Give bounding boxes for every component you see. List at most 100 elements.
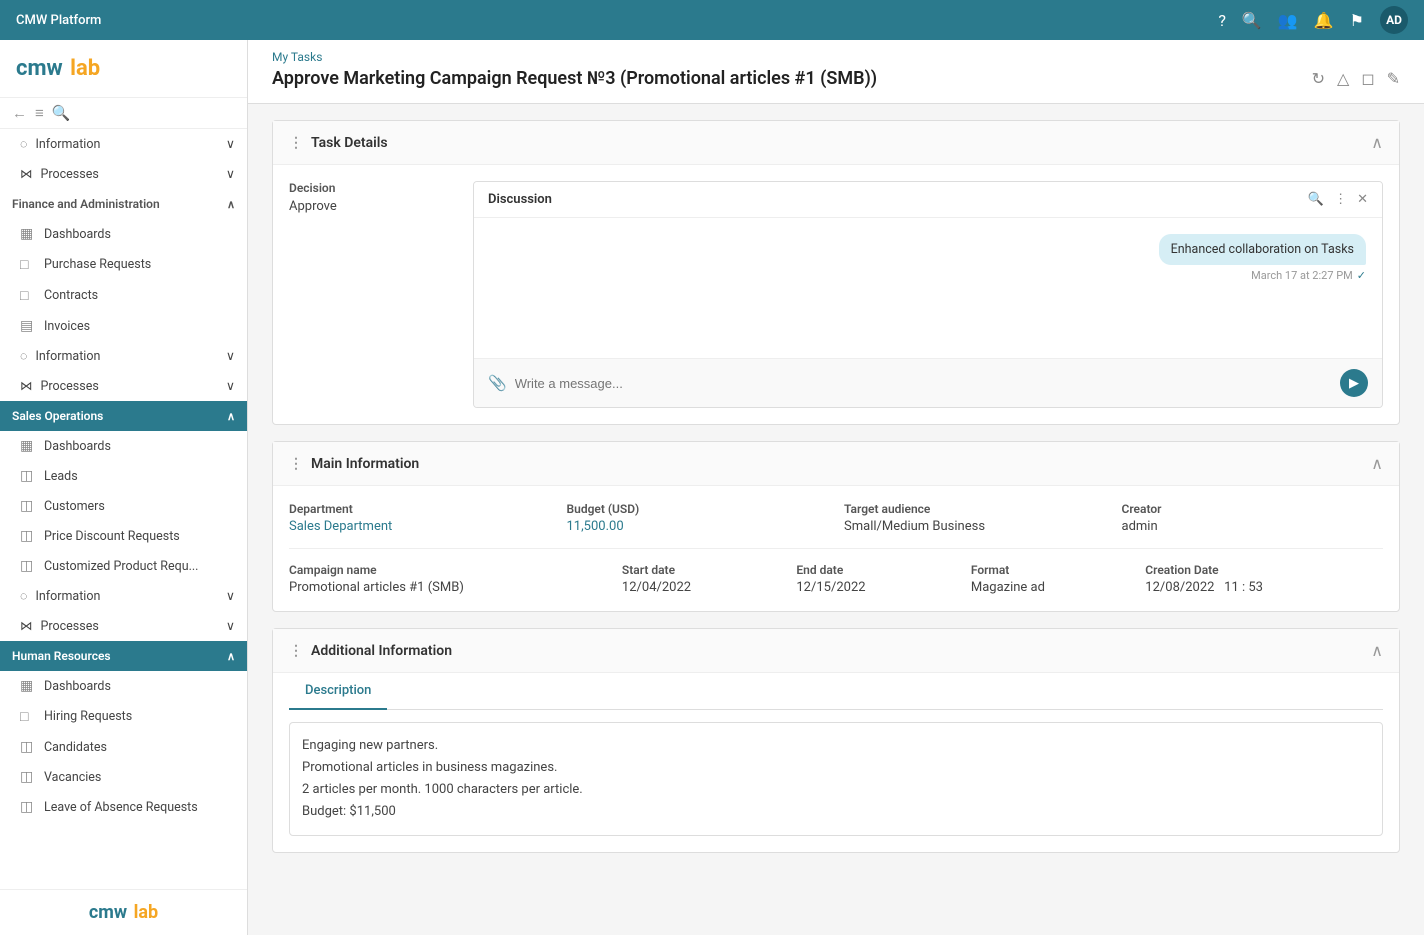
bottom-logo-cmw: cmw <box>89 902 127 923</box>
sidebar-search-icon[interactable]: 🔍 <box>52 104 71 122</box>
edit-icon[interactable]: ✎ <box>1387 69 1400 88</box>
sidebar-nav: ◌ Information ∨ ⋈ Processes ∨ Finance an… <box>0 129 247 889</box>
sidebar-item-hiring-requests[interactable]: □ Hiring Requests <box>0 701 247 732</box>
section-finance[interactable]: Finance and Administration ∧ <box>0 189 247 219</box>
processes-top-icon: ⋈ <box>20 166 33 182</box>
tabs-bar: Description <box>289 673 1383 710</box>
sidebar-item-processes-top[interactable]: ⋈ Processes ∨ <box>0 159 247 189</box>
leads-icon: ◫ <box>20 468 36 484</box>
sidebar-item-candidates[interactable]: ◫ Candidates <box>0 732 247 762</box>
main-information-card: ⋮ Main Information ∧ Department Sales De… <box>272 441 1400 612</box>
end-date-value: 12/15/2022 <box>796 580 954 595</box>
alert-icon[interactable]: △ <box>1337 69 1349 88</box>
bell-icon[interactable]: 🔔 <box>1314 11 1334 30</box>
task-decision: Decision Approve <box>289 181 449 408</box>
field-department: Department Sales Department <box>289 502 551 534</box>
message-time-text: March 17 at 2:27 PM <box>1251 269 1353 282</box>
information-sales-icon: ◌ <box>20 589 27 604</box>
sidebar-item-leads[interactable]: ◫ Leads <box>0 461 247 491</box>
breadcrumb[interactable]: My Tasks <box>272 50 1400 64</box>
sidebar-item-dashboards-sales[interactable]: ▦ Dashboards <box>0 431 247 461</box>
candidates-icon: ◫ <box>20 739 36 755</box>
purchase-requests-label: Purchase Requests <box>44 257 151 272</box>
sidebar-menu-icon[interactable]: ≡ <box>35 104 44 122</box>
contracts-icon: □ <box>20 287 36 304</box>
content-header: My Tasks Approve Marketing Campaign Requ… <box>248 40 1424 104</box>
target-audience-value: Small/Medium Business <box>844 519 1106 534</box>
discussion-more-icon[interactable]: ⋮ <box>1334 192 1347 207</box>
sidebar-item-vacancies[interactable]: ◫ Vacancies <box>0 762 247 792</box>
discussion-title: Discussion <box>488 192 552 207</box>
campaign-name-value: Promotional articles #1 (SMB) <box>289 580 606 595</box>
search-icon[interactable]: 🔍 <box>1242 11 1262 30</box>
leave-requests-label: Leave of Absence Requests <box>44 800 198 815</box>
creator-label: Creator <box>1122 502 1384 516</box>
topbar: CMW Platform ? 🔍 👥 🔔 ⚑ AD <box>0 0 1424 40</box>
task-details-card-header: ⋮ Task Details ∧ <box>273 121 1399 165</box>
vacancies-label: Vacancies <box>44 770 101 785</box>
sidebar-item-invoices[interactable]: ▤ Invoices <box>0 311 247 341</box>
campaign-name-label: Campaign name <box>289 563 606 577</box>
info-grid-row1: Department Sales Department Budget (USD)… <box>289 502 1383 534</box>
message-input[interactable] <box>515 376 1332 391</box>
drag-handle-icon-2[interactable]: ⋮ <box>289 456 303 472</box>
section-hr[interactable]: Human Resources ∧ <box>0 641 247 671</box>
additional-info-title: Additional Information <box>311 643 452 659</box>
comment-icon[interactable]: ◻ <box>1361 69 1374 88</box>
sidebar: cmw lab ← ≡ 🔍 ◌ Information ∨ ⋈ <box>0 40 248 935</box>
leads-label: Leads <box>44 469 78 484</box>
sidebar-item-processes-sales[interactable]: ⋈ Processes ∨ <box>0 611 247 641</box>
sidebar-item-processes-fin[interactable]: ⋈ Processes ∨ <box>0 371 247 401</box>
main-content: My Tasks Approve Marketing Campaign Requ… <box>248 40 1424 935</box>
discussion-header: Discussion 🔍 ⋮ ✕ <box>474 182 1382 218</box>
collapse-icon-3[interactable]: ∧ <box>1371 641 1383 660</box>
decision-label: Decision <box>289 181 449 195</box>
collapse-icon[interactable]: ∧ <box>1371 133 1383 152</box>
sidebar-item-information-sales[interactable]: ◌ Information ∨ <box>0 581 247 611</box>
sidebar-back-icon[interactable]: ← <box>12 104 27 122</box>
sidebar-item-contracts[interactable]: □ Contracts <box>0 280 247 311</box>
collapse-icon-2[interactable]: ∧ <box>1371 454 1383 473</box>
flag-icon[interactable]: ⚑ <box>1350 11 1364 30</box>
discussion-close-icon[interactable]: ✕ <box>1357 192 1368 207</box>
drag-handle-icon[interactable]: ⋮ <box>289 135 303 151</box>
topbar-icons: ? 🔍 👥 🔔 ⚑ AD <box>1218 6 1408 34</box>
sidebar-item-leave-requests[interactable]: ◫ Leave of Absence Requests <box>0 792 247 822</box>
information-fin-icon: ◌ <box>20 349 27 364</box>
information-top-icon: ◌ <box>20 137 27 152</box>
additional-info-body: Description Engaging new partners. Promo… <box>273 673 1399 852</box>
chevron-down-icon-2: ∨ <box>226 166 235 182</box>
discussion-search-icon[interactable]: 🔍 <box>1308 192 1324 207</box>
department-value: Sales Department <box>289 519 551 534</box>
sidebar-item-customers[interactable]: ◫ Customers <box>0 491 247 521</box>
field-creator: Creator admin <box>1122 502 1384 534</box>
sidebar-item-information-top[interactable]: ◌ Information ∨ <box>0 129 247 159</box>
section-sales-label: Sales Operations <box>12 409 103 423</box>
additional-information-card: ⋮ Additional Information ∧ Description E… <box>272 628 1400 853</box>
main-info-body: Department Sales Department Budget (USD)… <box>273 486 1399 611</box>
users-icon[interactable]: 👥 <box>1278 11 1298 30</box>
info-grid-row2: Campaign name Promotional articles #1 (S… <box>289 563 1383 595</box>
help-icon[interactable]: ? <box>1218 11 1226 30</box>
section-hr-label: Human Resources <box>12 649 111 663</box>
drag-handle-icon-3[interactable]: ⋮ <box>289 643 303 659</box>
sidebar-item-purchase-requests[interactable]: □ Purchase Requests <box>0 249 247 280</box>
avatar[interactable]: AD <box>1380 6 1408 34</box>
field-target-audience: Target audience Small/Medium Business <box>844 502 1106 534</box>
format-label: Format <box>971 563 1129 577</box>
tab-description[interactable]: Description <box>289 673 387 710</box>
sidebar-item-price-discount[interactable]: ◫ Price Discount Requests <box>0 521 247 551</box>
sidebar-item-dashboards-fin[interactable]: ▦ Dashboards <box>0 219 247 249</box>
section-sales-chevron: ∧ <box>227 410 235 423</box>
send-button[interactable]: ▶ <box>1340 369 1368 397</box>
attach-icon[interactable]: 📎 <box>488 374 507 392</box>
end-date-label: End date <box>796 563 954 577</box>
section-sales[interactable]: Sales Operations ∧ <box>0 401 247 431</box>
dashboards-hr-label: Dashboards <box>44 679 111 694</box>
topbar-title: CMW Platform <box>16 13 101 28</box>
sidebar-item-information-fin[interactable]: ◌ Information ∨ <box>0 341 247 371</box>
field-format: Format Magazine ad <box>971 563 1129 595</box>
sidebar-item-dashboards-hr[interactable]: ▦ Dashboards <box>0 671 247 701</box>
sidebar-item-customized-product[interactable]: ◫ Customized Product Requ... <box>0 551 247 581</box>
refresh-icon[interactable]: ↻ <box>1312 69 1325 88</box>
